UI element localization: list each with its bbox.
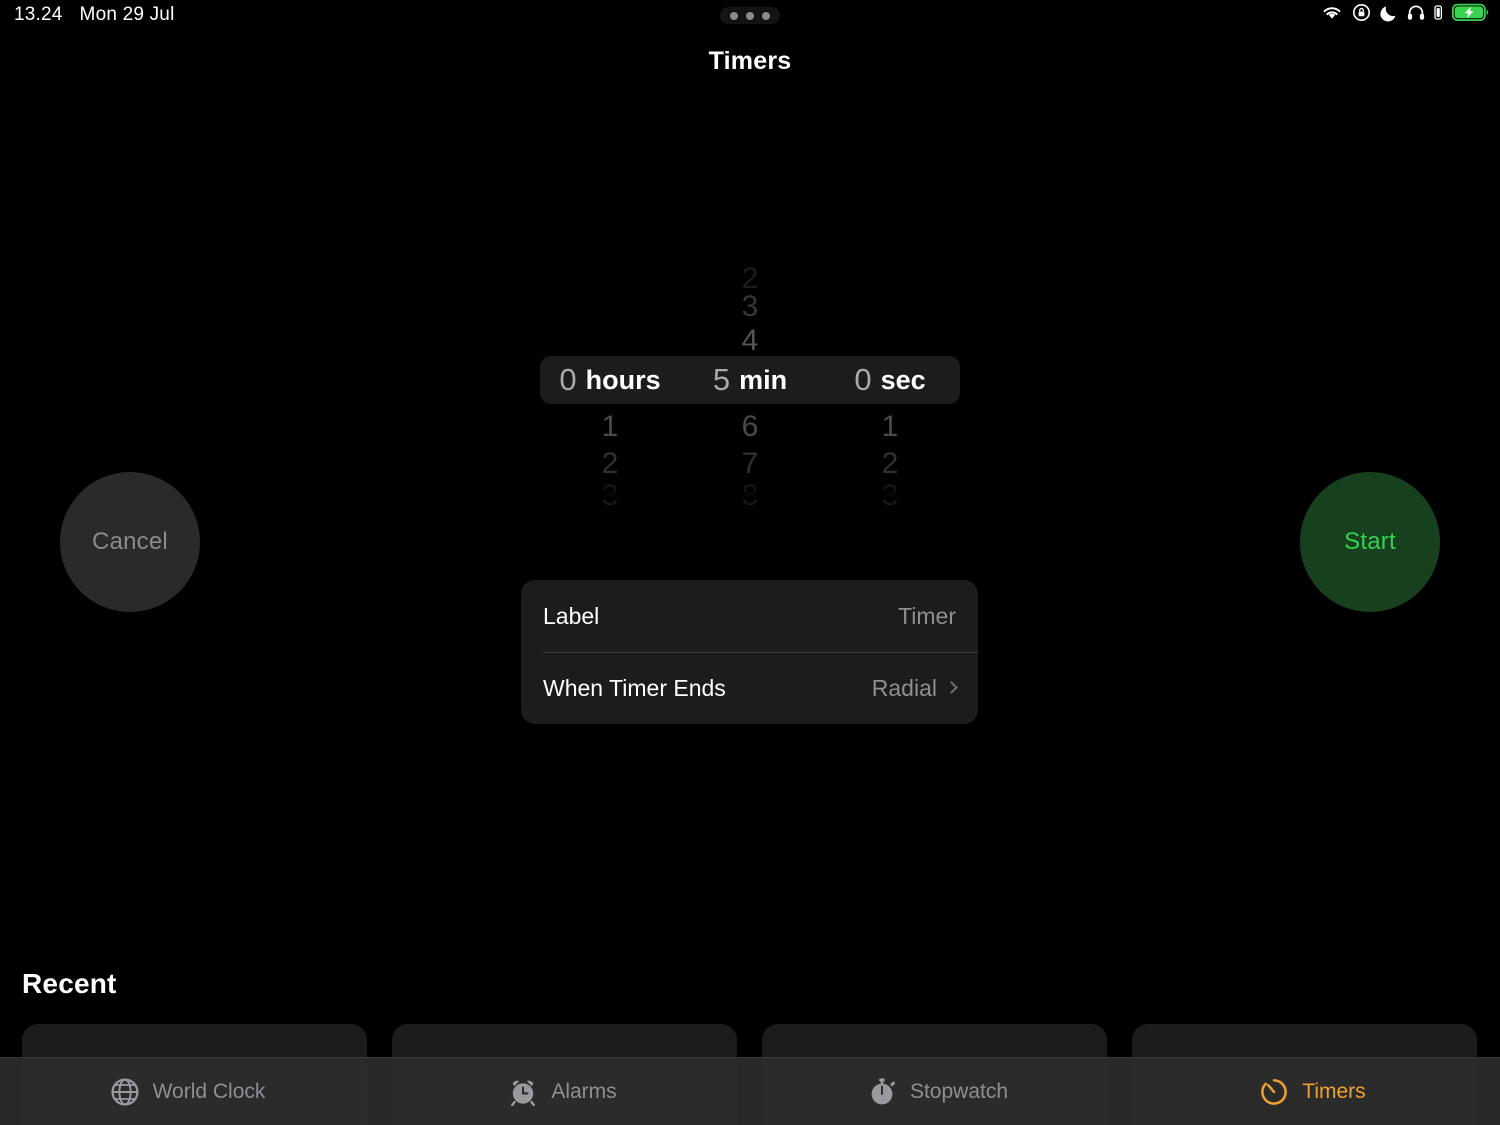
status-bar: 13.24 Mon 29 Jul (0, 0, 1500, 30)
picker-seconds-value: 0 (854, 362, 872, 397)
status-bar-left: 13.24 Mon 29 Jul (14, 4, 175, 26)
tab-stopwatch[interactable]: Stopwatch (750, 1058, 1125, 1125)
rotation-lock-icon (1352, 3, 1371, 27)
settings-label-title: Label (543, 602, 600, 629)
timer-settings-card: Label Timer When Timer Ends Radial (521, 580, 978, 724)
tab-label: World Clock (152, 1079, 266, 1103)
duration-picker[interactable]: 0 hours 1 2 3 2 3 4 5 min 6 7 8 0 sec 1 … (540, 248, 960, 513)
settings-label-value: Timer (898, 603, 956, 630)
picker-column-seconds[interactable]: 0 sec 1 2 3 (820, 248, 960, 513)
picker-option[interactable] (820, 322, 960, 360)
picker-seconds-unit: sec (880, 365, 926, 395)
picker-option[interactable]: 6 (680, 408, 820, 446)
tab-world-clock[interactable]: World Clock (0, 1058, 375, 1125)
picker-minutes-value: 5 (712, 362, 731, 397)
settings-when-ends-value: Radial (871, 674, 958, 702)
tab-label: Alarms (551, 1079, 617, 1103)
picker-option[interactable]: 8 (680, 477, 820, 515)
do-not-disturb-icon (1380, 4, 1398, 27)
status-time: 13.24 (14, 4, 63, 25)
picker-option[interactable]: 3 (820, 477, 960, 515)
tab-label: Stopwatch (909, 1079, 1009, 1103)
dot (730, 11, 738, 20)
settings-row-when-timer-ends[interactable]: When Timer Ends Radial (521, 652, 978, 724)
headphones-battery-icon (1434, 4, 1443, 26)
timer-icon (1259, 1077, 1289, 1107)
dot (762, 11, 770, 20)
battery-charging-icon (1452, 3, 1490, 27)
tab-label: Timers (1302, 1079, 1366, 1103)
picker-selected-hours[interactable]: 0 hours (540, 356, 680, 404)
picker-column-minutes[interactable]: 2 3 4 5 min 6 7 8 (680, 248, 820, 513)
chevron-right-icon (945, 680, 958, 694)
picker-option[interactable]: 3 (540, 477, 680, 515)
headphones-icon (1407, 4, 1425, 26)
picker-option[interactable]: 1 (540, 408, 680, 446)
label-value-text: Timer (898, 602, 956, 629)
picker-hours-unit: hours (585, 365, 661, 395)
picker-selected-seconds[interactable]: 0 sec (820, 356, 960, 404)
wifi-icon (1321, 4, 1343, 27)
picker-minutes-unit: min (739, 365, 788, 395)
status-bar-right (1321, 3, 1490, 27)
tab-timers[interactable]: Timers (1125, 1058, 1500, 1125)
dot (746, 11, 754, 20)
tab-bar: World Clock Alarms Stopwatch Timers (0, 1057, 1500, 1125)
picker-option[interactable] (540, 322, 680, 360)
page-title: Timers (708, 47, 792, 75)
picker-selected-minutes[interactable]: 5 min (680, 356, 820, 404)
clock-app-screen: 13.24 Mon 29 Jul Timers 0 hours 1 2 3 2 … (0, 0, 1500, 1125)
globe-icon (110, 1077, 140, 1107)
picker-hours-value: 0 (559, 362, 577, 397)
tab-alarms[interactable]: Alarms (375, 1058, 750, 1125)
start-button[interactable]: Start (1300, 472, 1440, 612)
cancel-button[interactable]: Cancel (60, 472, 200, 612)
alarm-clock-icon (508, 1077, 538, 1107)
recent-section-title: Recent (22, 968, 117, 999)
picker-option[interactable]: 4 (680, 322, 820, 360)
picker-column-hours[interactable]: 0 hours 1 2 3 (540, 248, 680, 513)
when-ends-value-text: Radial (871, 674, 937, 701)
picker-option[interactable]: 1 (820, 408, 960, 446)
settings-when-ends-title: When Timer Ends (543, 674, 726, 701)
stopwatch-icon (867, 1077, 897, 1107)
picker-option[interactable]: 3 (680, 288, 820, 326)
picker-option[interactable] (540, 288, 680, 326)
three-dots-icon[interactable] (720, 7, 780, 24)
status-date: Mon 29 Jul (79, 4, 175, 25)
picker-option[interactable] (820, 288, 960, 326)
settings-row-label[interactable]: Label Timer (521, 580, 978, 652)
